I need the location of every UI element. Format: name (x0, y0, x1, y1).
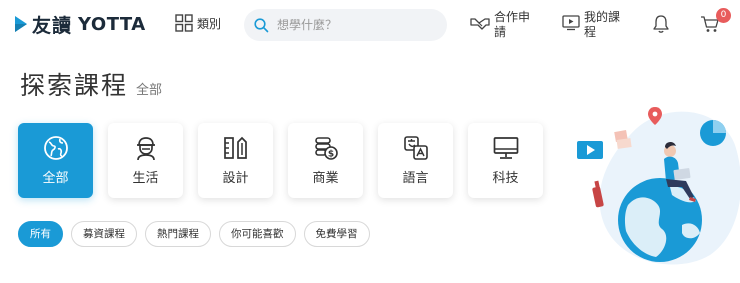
ruler-pencil-icon (223, 136, 247, 159)
filter-chip-free[interactable]: 免費學習 (303, 221, 370, 247)
person-icon (136, 137, 155, 161)
logo-text-cn: 友讀 (32, 14, 73, 37)
search-icon (254, 17, 269, 32)
category-menu-button[interactable]: 類別 (175, 14, 221, 32)
pie-chart-icon (700, 120, 726, 146)
hero-illustration (577, 107, 740, 265)
globe-icon (43, 136, 68, 160)
category-card-label: 生活 (132, 171, 159, 186)
handshake-icon (470, 18, 490, 30)
page-title: 探索課程 (20, 71, 129, 100)
logo-mark-icon (15, 16, 27, 32)
video-screen-icon (562, 15, 580, 31)
category-card-label: 全部 (42, 171, 69, 186)
cart-button[interactable]: 0 (700, 8, 731, 38)
coins-icon: $ (314, 137, 338, 160)
filter-chip-all[interactable]: 所有 (18, 221, 63, 247)
search-bar[interactable] (244, 9, 447, 41)
play-video-icon (577, 141, 603, 159)
monitor-icon (493, 137, 518, 159)
category-card-label: 設計 (222, 171, 249, 186)
filter-chip-recommended[interactable]: 你可能喜歡 (219, 221, 296, 247)
category-card-label: 商業 (312, 171, 339, 186)
bell-icon (653, 15, 669, 33)
page-title-block: 探索課程 全部 (20, 66, 162, 102)
site-logo[interactable]: 友讀 YOTTA (14, 12, 146, 37)
search-input[interactable] (277, 18, 427, 32)
cooperate-apply-label: 合作申請 (494, 10, 531, 39)
book-stack-icon (614, 130, 632, 149)
category-card-design[interactable]: 設計 (198, 123, 273, 198)
category-card-life[interactable]: 生活 (108, 123, 183, 198)
category-cards: 全部 生活 設計 $ 商業 語言 科技 (18, 123, 558, 198)
category-card-business[interactable]: $ 商業 (288, 123, 363, 198)
filter-chip-popular[interactable]: 熱門課程 (145, 221, 211, 247)
category-card-language[interactable]: 語言 (378, 123, 453, 198)
my-courses-link[interactable]: 我的課程 (562, 10, 620, 40)
filter-chip-crowdfunding[interactable]: 募資課程 (71, 221, 137, 247)
svg-text:$: $ (327, 150, 333, 160)
translate-icon (403, 136, 428, 160)
category-card-label: 語言 (402, 171, 429, 186)
cooperate-apply-link[interactable]: 合作申請 (470, 10, 530, 40)
logo-text-en: YOTTA (78, 13, 146, 35)
grid-icon (175, 14, 193, 32)
notification-button[interactable] (652, 14, 670, 38)
cart-count-badge: 0 (716, 8, 731, 23)
category-card-label: 科技 (492, 171, 519, 186)
category-card-tech[interactable]: 科技 (468, 123, 543, 198)
my-courses-label: 我的課程 (584, 10, 621, 39)
top-header: 友讀 YOTTA 類別 合作申請 我的課程 (0, 0, 740, 50)
page-subtitle: 全部 (136, 83, 163, 98)
filter-chips: 所有 募資課程 熱門課程 你可能喜歡 免費學習 (18, 221, 378, 247)
category-menu-label: 類別 (197, 16, 222, 31)
category-card-all[interactable]: 全部 (18, 123, 93, 198)
